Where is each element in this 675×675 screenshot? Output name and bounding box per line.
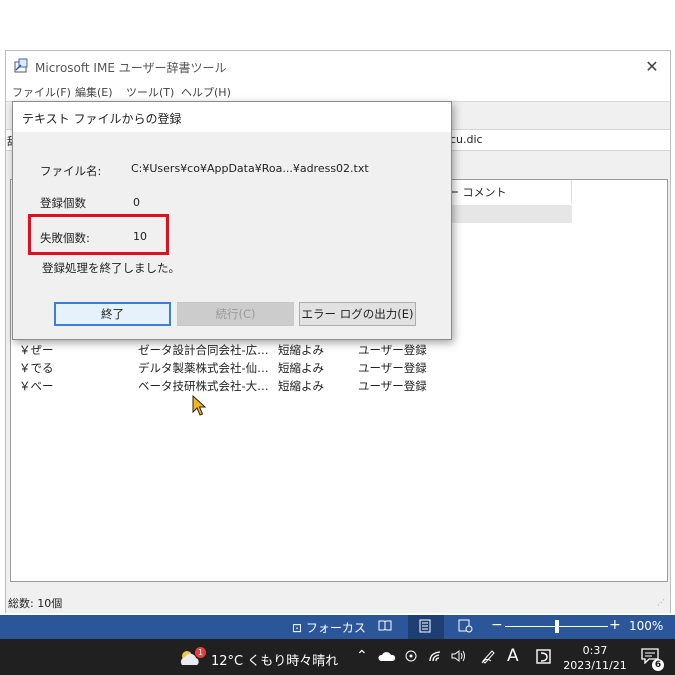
focus-mode-button[interactable]: ⊡ フォーカス (292, 619, 366, 636)
continue-button[interactable]: 続行(C) (177, 302, 294, 326)
cell-reading: ￥でる (19, 361, 54, 375)
cell-user: ユーザー登録 (358, 343, 427, 357)
table-row[interactable]: ￥べー ベータ技研株式会社-大… 短縮よみ ユーザー登録 (11, 376, 571, 394)
clock-time: 0:37 (582, 644, 608, 657)
cell-type: 短縮よみ (278, 361, 324, 375)
onedrive-icon[interactable] (378, 650, 396, 666)
menu-help[interactable]: ヘルプ(H) (181, 84, 231, 100)
registered-count-value: 0 (133, 196, 140, 209)
window-title: Microsoft IME ユーザー辞書ツール (35, 61, 227, 75)
zoom-level[interactable]: 100% (629, 619, 663, 633)
error-log-button[interactable]: エラー ログの出力(E) (299, 302, 416, 326)
cell-word: デルタ製薬株式会社-仙… (138, 361, 269, 375)
selected-row-highlight (431, 205, 572, 223)
status-bar: 総数: 10個 ⋰ (6, 591, 670, 613)
zoom-slider-thumb[interactable] (554, 620, 559, 633)
cell-reading: ￥べー (19, 379, 54, 393)
weather-text[interactable]: 12°C くもり時々晴れ (211, 650, 338, 669)
failed-count-value: 10 (133, 230, 147, 243)
cell-reading: ￥ぜー (19, 343, 54, 357)
menu-bar: ファイル(F) 編集(E) ツール(T) ヘルプ(H) (6, 81, 670, 101)
file-name-label: ファイル名: (40, 164, 102, 178)
cell-word: ベータ技研株式会社-大… (138, 379, 269, 393)
title-bar: Microsoft IME ユーザー辞書ツール ✕ (6, 51, 670, 81)
menu-edit[interactable]: 編集(E) (75, 84, 113, 100)
dialog-title: テキスト ファイルからの登録 (22, 112, 182, 126)
dictionary-path: cu.dic (450, 133, 483, 146)
dialog-title-bar: テキスト ファイルからの登録 (13, 102, 451, 132)
table-row[interactable]: ￥ぜー ゼータ設計合同会社-広… 短縮よみ ユーザー登録 (11, 340, 571, 358)
meet-camera-icon[interactable] (404, 649, 418, 667)
ime-dictionary-icon (14, 58, 28, 73)
menu-tools[interactable]: ツール(T) (126, 84, 174, 100)
weather-alert-badge: 1 (195, 647, 206, 658)
ime-mode-indicator[interactable]: A (507, 646, 519, 666)
notification-count-badge: 6 (652, 659, 664, 671)
total-count: 総数: 10個 (8, 597, 63, 610)
mouse-cursor-icon (192, 395, 207, 416)
cell-type: 短縮よみ (278, 379, 324, 393)
web-layout-icon[interactable] (458, 619, 473, 636)
file-name-value: C:¥Users¥co¥AppData¥Roa...¥adress02.txt (131, 162, 369, 175)
speaker-icon[interactable] (451, 649, 467, 667)
system-clock[interactable]: 0:37 2023/11/21 (560, 643, 630, 673)
clock-date: 2023/11/21 (563, 659, 627, 672)
cell-type: 短縮よみ (278, 343, 324, 357)
windows-taskbar: 1 12°C くもり時々晴れ ⌃ A 0:37 2023/11/21 6 (0, 639, 675, 675)
failed-count-label: 失敗個数: (40, 231, 90, 245)
close-icon[interactable]: ✕ (642, 57, 662, 76)
word-status-bar: ⊡ フォーカス − + 100% (0, 615, 675, 639)
table-row[interactable]: ￥でる デルタ製薬株式会社-仙… 短縮よみ ユーザー登録 (11, 358, 571, 376)
resize-grip-icon[interactable]: ⋰ (657, 599, 667, 610)
cell-user: ユーザー登録 (358, 379, 427, 393)
zoom-in-button[interactable]: + (609, 617, 621, 633)
pen-icon[interactable] (480, 648, 496, 668)
cell-user: ユーザー登録 (358, 361, 427, 375)
chevron-up-icon[interactable]: ⌃ (356, 648, 368, 664)
finish-button[interactable]: 終了 (54, 302, 171, 326)
completion-message: 登録処理を終了しました。 (42, 261, 180, 275)
focus-icon: ⊡ (292, 621, 303, 635)
print-layout-icon[interactable] (419, 619, 431, 636)
zoom-out-button[interactable]: − (491, 617, 503, 633)
cell-word: ゼータ設計合同会社-広… (138, 343, 269, 357)
column-comment[interactable]: ザー コメント (431, 180, 572, 204)
registered-count-label: 登録個数 (40, 196, 86, 210)
read-mode-icon[interactable] (378, 619, 392, 634)
menu-file[interactable]: ファイル(F) (12, 84, 71, 100)
wifi-icon[interactable] (428, 649, 443, 667)
import-result-dialog: テキスト ファイルからの登録 ファイル名: C:¥Users¥co¥AppDat… (12, 101, 452, 340)
ime-pad-icon[interactable] (536, 649, 551, 668)
